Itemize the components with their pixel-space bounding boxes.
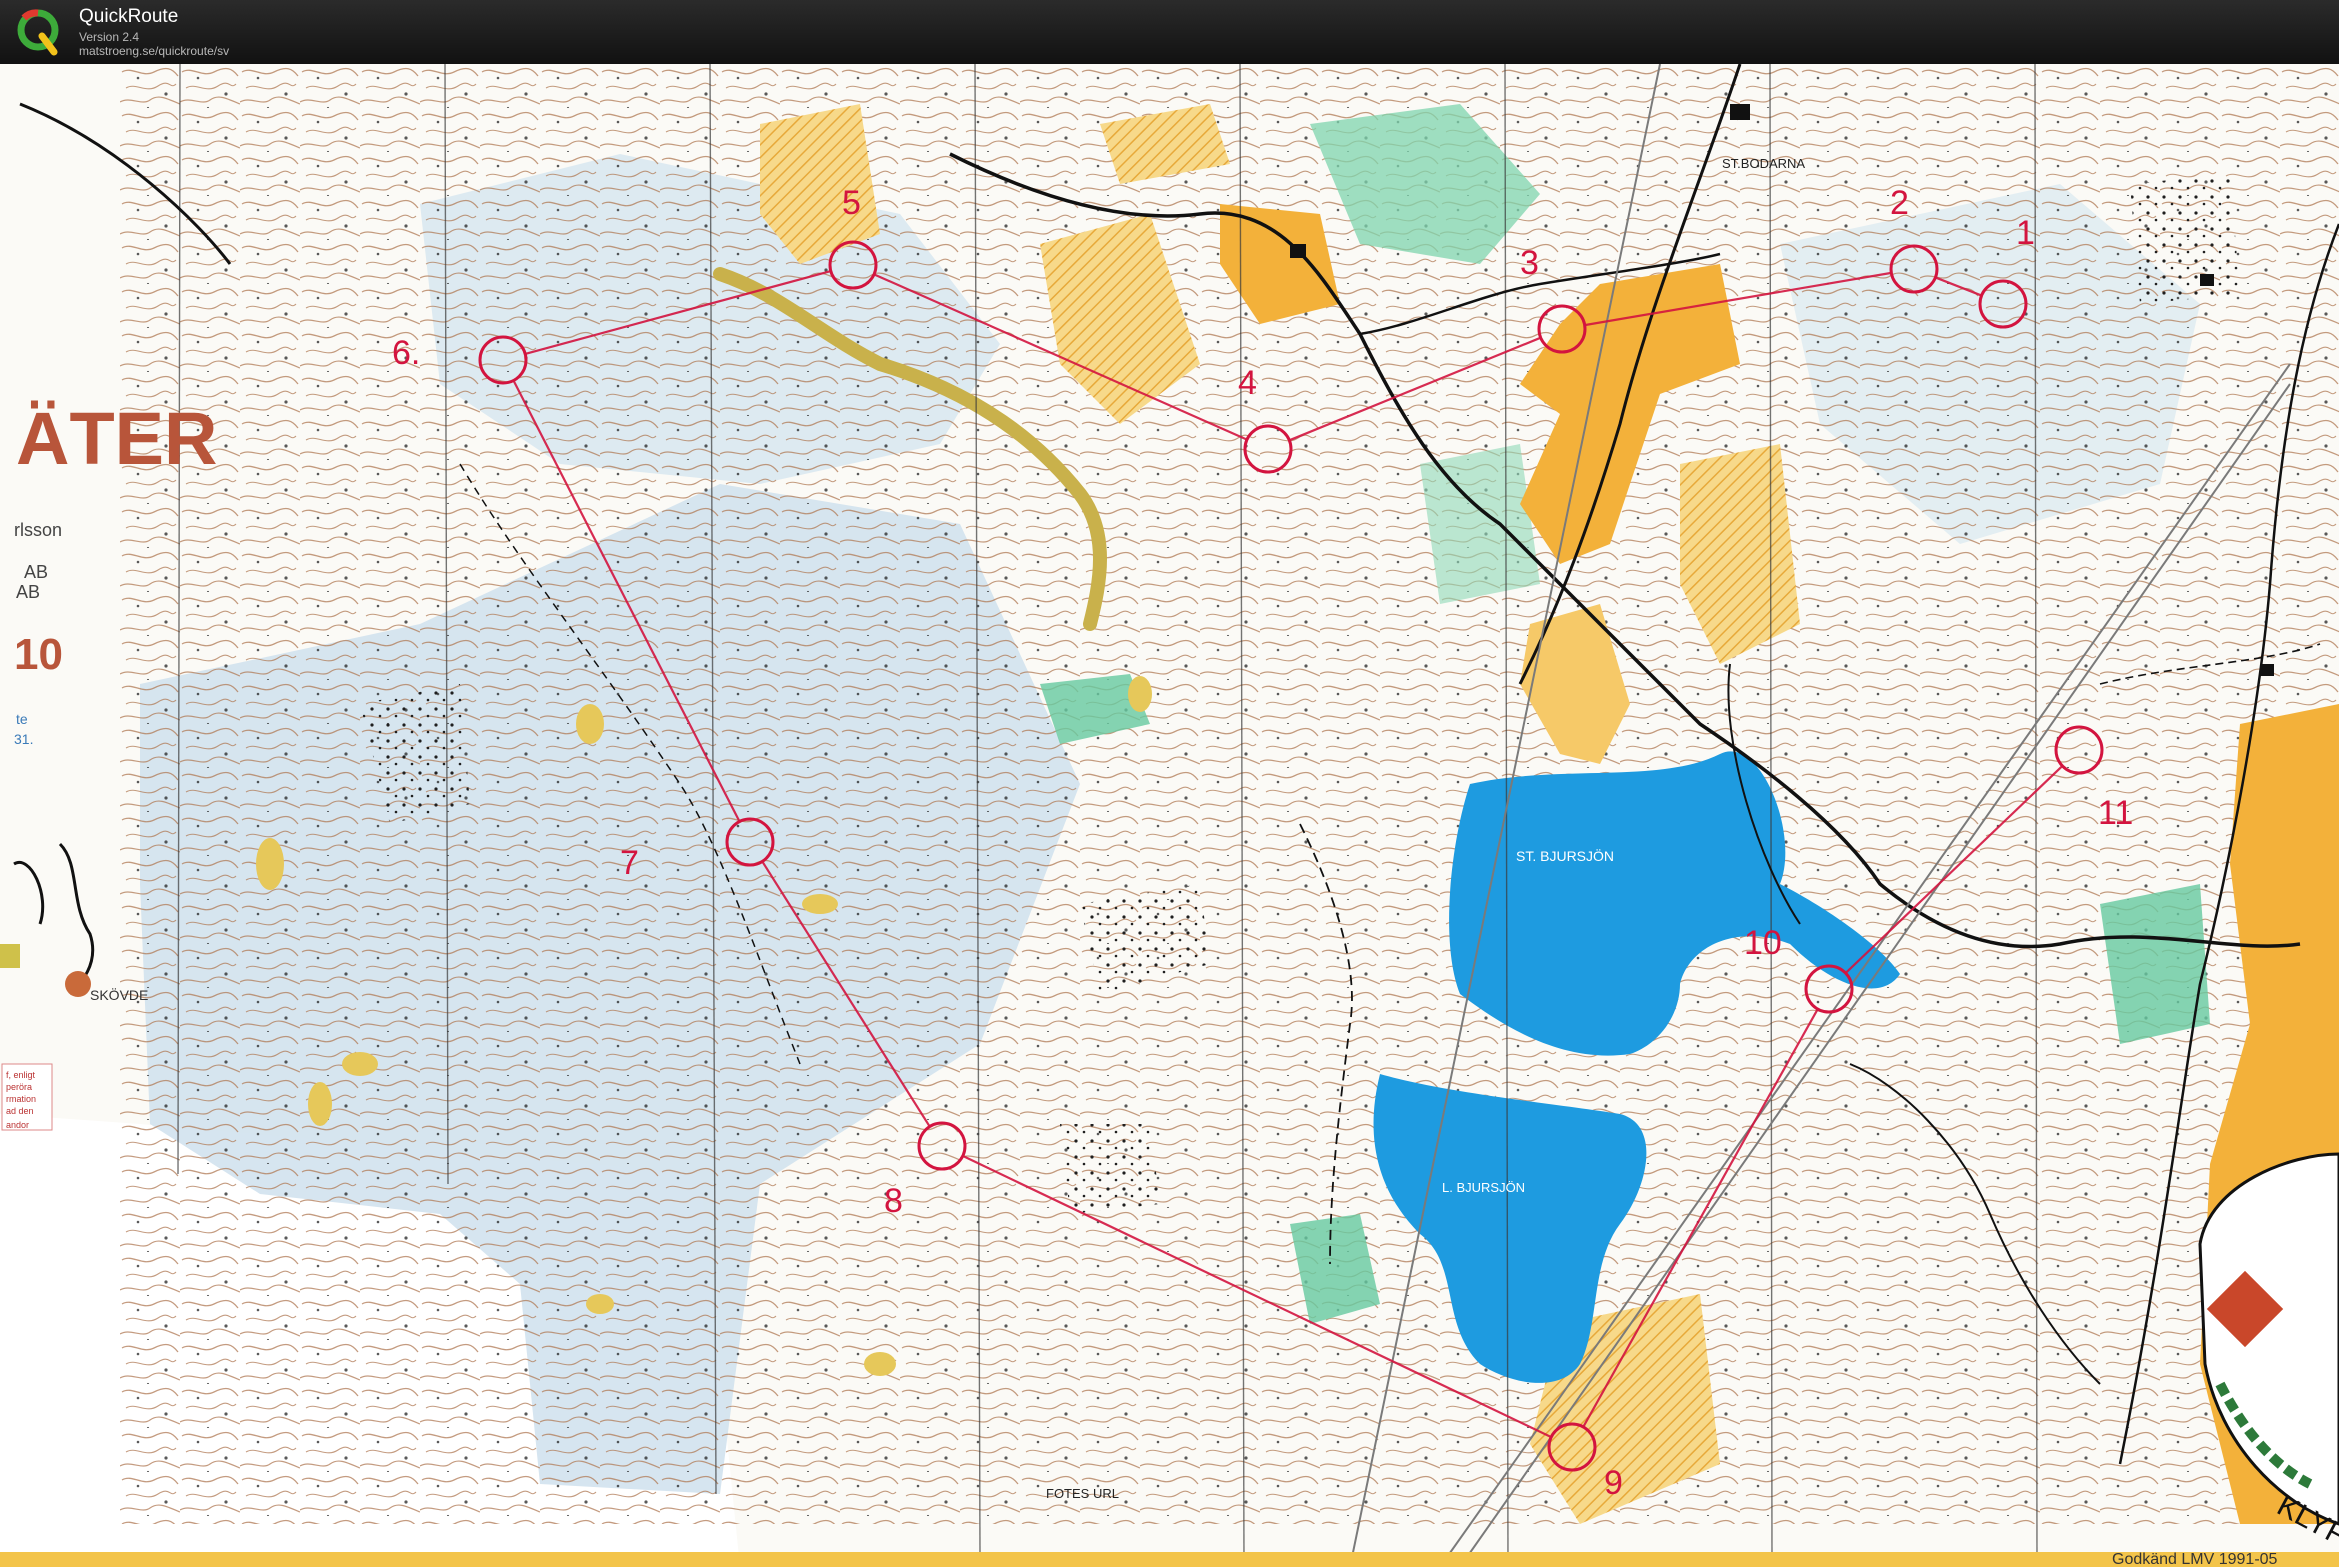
app-url[interactable]: matstroeng.se/quickroute/sv: [79, 44, 229, 58]
notice-line-2: peröra: [6, 1082, 32, 1092]
locator-dot-icon: [65, 971, 91, 997]
control-number: 6.: [392, 334, 420, 372]
title-bar: QuickRoute Version 2.4 matstroeng.se/qui…: [0, 0, 2339, 64]
notice-line-4: ad den: [6, 1106, 34, 1116]
legend-fragment-5: te: [16, 711, 28, 727]
clearing-1: [256, 838, 284, 890]
control-number: 8: [884, 1182, 903, 1220]
control-number: 1: [2016, 214, 2035, 252]
quickroute-logo-icon: [17, 9, 59, 56]
clearing-4: [576, 704, 604, 744]
control-number: 7: [620, 844, 639, 882]
app-version: Version 2.4: [79, 30, 140, 44]
approval-text: Godkänd LMV 1991-05: [2112, 1551, 2278, 1567]
notice-foot: andor: [6, 1120, 29, 1130]
notice-line-1: f, enligt: [6, 1070, 36, 1080]
clearing-3: [308, 1082, 332, 1126]
app-title: QuickRoute: [79, 6, 179, 27]
clearing-6: [864, 1352, 896, 1376]
control-number: 4: [1238, 364, 1257, 402]
stony-ground-4: [2130, 174, 2240, 304]
control-number: 9: [1604, 1464, 1623, 1502]
legend-fragment-3: AB: [16, 582, 40, 602]
legend-fragment-4: 10: [14, 630, 63, 679]
legend-fragment-2: AB: [24, 562, 48, 582]
map-title-fragment: ÄTER: [16, 397, 217, 480]
control-number: 3: [1520, 244, 1539, 282]
map-bottom-strip: [0, 1552, 2339, 1567]
place-fotes-url: FOTES URL: [1046, 1486, 1119, 1501]
stony-ground-3: [1060, 1124, 1160, 1214]
control-number: 5: [842, 184, 861, 222]
place-l-bjursjon: L. BJURSJÖN: [1442, 1180, 1525, 1195]
legend-fragment-6: 31.: [14, 731, 33, 747]
control-number: 11: [2098, 794, 2133, 832]
control-number: 2: [1890, 184, 1909, 222]
place-st-bjursjon: ST. BJURSJÖN: [1516, 847, 1614, 864]
green-vegetation-5: [1420, 444, 1540, 604]
clearing-8: [586, 1294, 614, 1314]
orienteering-map[interactable]: 1 2 3 4 5 6. 7 8 9 10 11 ÄTER rlsson AB AB 10 te 3…: [0, 64, 2339, 1567]
legend-fragment-1: rlsson: [14, 520, 62, 540]
clearing-7: [1128, 676, 1152, 712]
clearing-2: [342, 1052, 378, 1076]
notice-line-3: rmation: [6, 1094, 36, 1104]
place-st-bodarna: ST.BODARNA: [1722, 156, 1805, 171]
locator-place: SKÖVDE: [90, 986, 148, 1003]
control-number: 10: [1744, 924, 1782, 962]
clearing-5: [802, 894, 838, 914]
